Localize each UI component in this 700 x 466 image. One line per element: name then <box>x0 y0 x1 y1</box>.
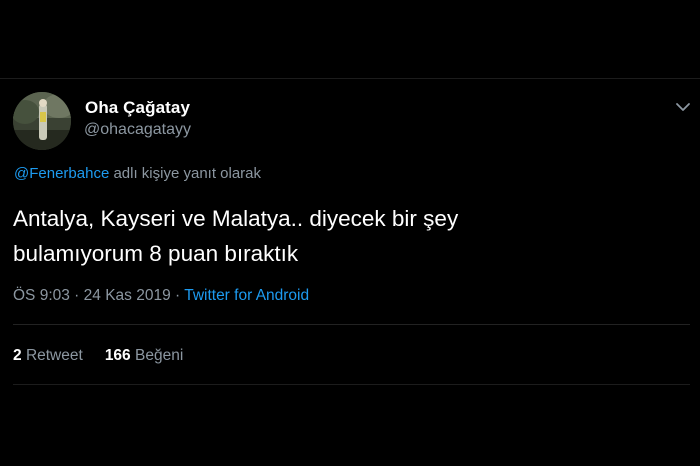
retweet-count: 2 <box>13 347 22 364</box>
tweet-time[interactable]: ÖS 9:03 <box>13 287 70 304</box>
reply-context-label: adlı kişiye yanıt olarak <box>109 165 262 182</box>
tweet-card: Oha Çağatay @ohacagatayy @Fenerbahce adl… <box>0 79 700 466</box>
like-count-link[interactable]: 166 Beğeni <box>105 347 183 365</box>
user-handle[interactable]: @ohacagatayy <box>84 121 191 139</box>
meta-separator: · <box>69 287 84 304</box>
tweet-text: Antalya, Kayseri ve Malatya.. diyecek bi… <box>13 201 673 271</box>
tweet-text-line: bulamıyorum 8 puan bıraktık <box>13 241 299 266</box>
tweet-text-line: Antalya, Kayseri ve Malatya.. diyecek bi… <box>13 206 459 231</box>
retweet-count-link[interactable]: 2 Retweet <box>13 347 83 365</box>
stats-divider <box>13 324 690 325</box>
screenshot-frame: Oha Çağatay @ohacagatayy @Fenerbahce adl… <box>0 0 700 466</box>
avatar[interactable] <box>13 92 71 150</box>
avatar-photo-icon <box>13 92 71 150</box>
display-name[interactable]: Oha Çağatay <box>85 98 190 118</box>
like-label: Beğeni <box>135 347 184 364</box>
tweet-stats: 2 Retweet 166 Beğeni <box>13 347 183 365</box>
reply-mention-link[interactable]: @Fenerbahce <box>14 165 109 182</box>
chevron-down-icon[interactable] <box>675 100 691 112</box>
tweet-date[interactable]: 24 Kas 2019 <box>84 287 171 304</box>
bottom-divider <box>13 384 690 385</box>
like-count: 166 <box>104 347 131 364</box>
tweet-source-link[interactable]: Twitter for Android <box>184 287 309 304</box>
meta-separator: · <box>170 287 185 304</box>
retweet-label: Retweet <box>25 347 83 364</box>
reply-context: @Fenerbahce adlı kişiye yanıt olarak <box>14 165 261 182</box>
tweet-meta: ÖS 9:03 · 24 Kas 2019 · Twitter for Andr… <box>13 287 309 305</box>
